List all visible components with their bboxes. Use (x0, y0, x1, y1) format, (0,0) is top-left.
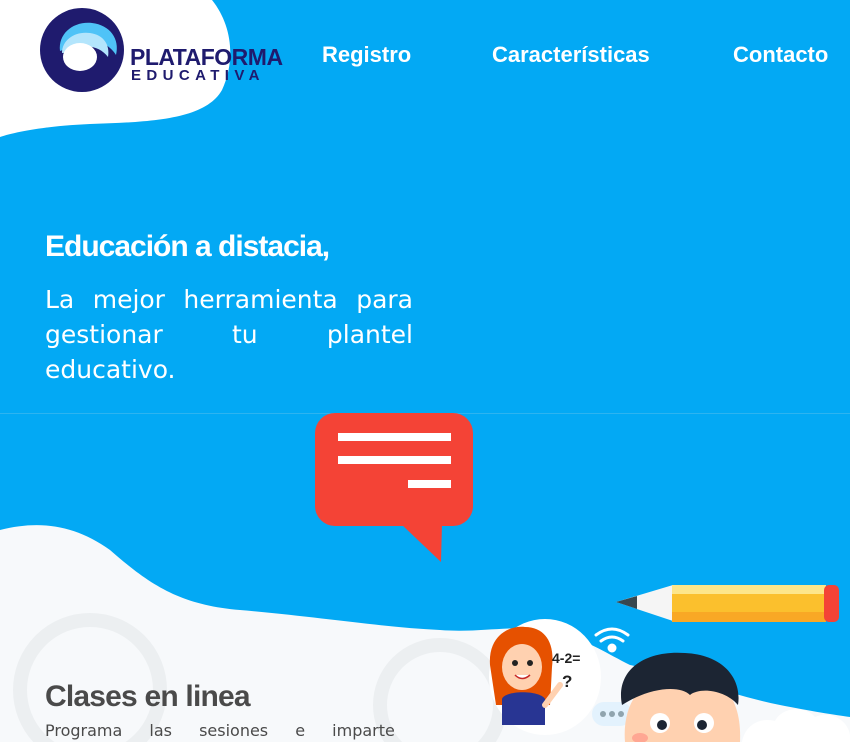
nav-item-registro[interactable]: Registro (322, 42, 411, 68)
feature-text: Programa las sesiones e imparte (45, 721, 395, 740)
girl-illustration (489, 619, 601, 735)
boy-illustration (620, 652, 741, 742)
chat-bubble-icon (315, 413, 473, 562)
feature-title: Clases en linea (45, 680, 251, 713)
nav-item-caracteristicas[interactable]: Características (492, 42, 650, 68)
math-expression-text: 4-2= (552, 650, 580, 666)
landing-page: PLATAFORMA EDUCATIVA Registro Caracterís… (0, 0, 850, 742)
hero-heading: Educación a distacia, (45, 230, 330, 263)
question-mark-text: ? (562, 672, 572, 691)
nav-item-contacto[interactable]: Contacto (733, 42, 828, 68)
wifi-icon (594, 627, 630, 653)
hero-text: La mejor herramienta para gestionar tu p… (45, 285, 413, 384)
main-nav: Registro Características Contacto (0, 42, 850, 72)
pencil-icon (616, 585, 839, 622)
